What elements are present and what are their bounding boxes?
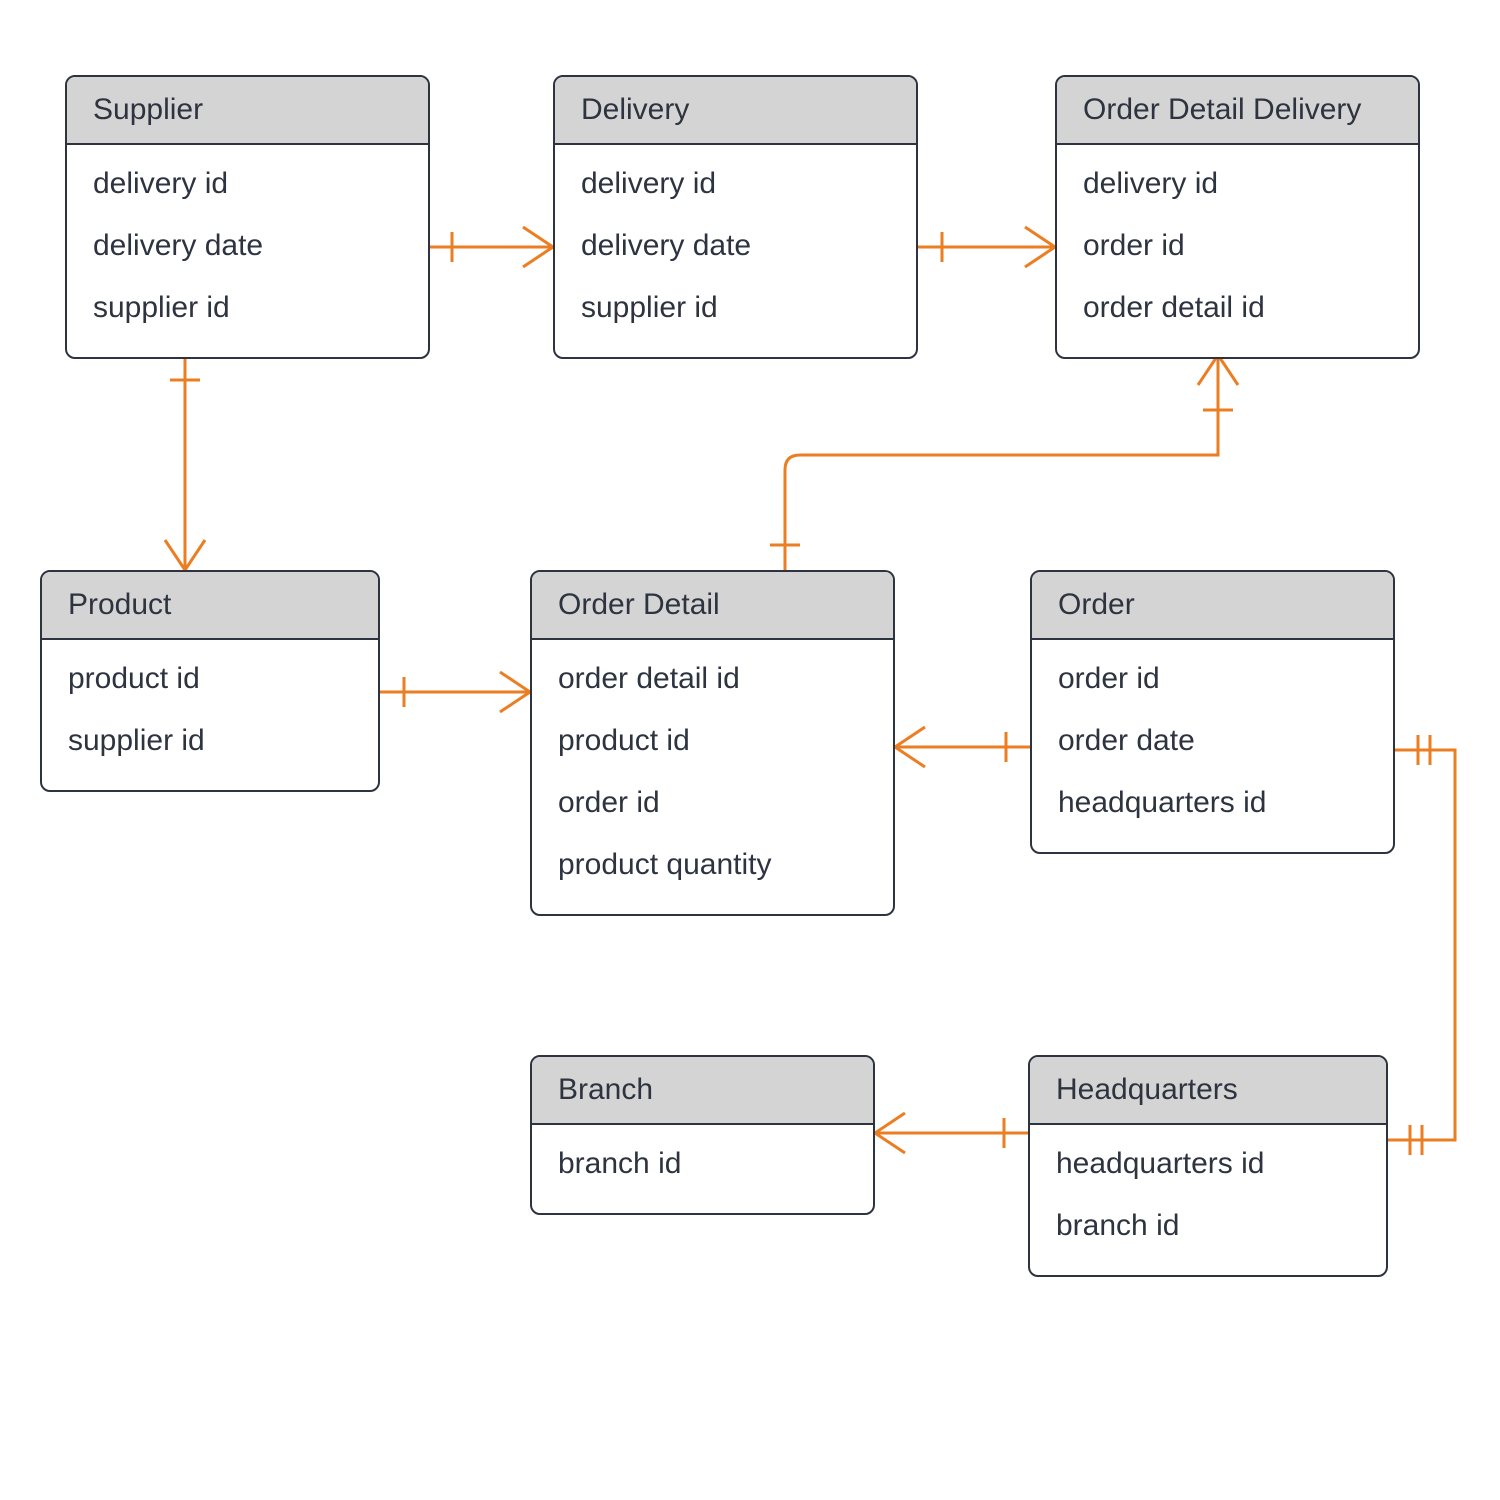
entity-attributes: order detail id product id order id prod…: [532, 640, 893, 914]
rel-order-headquarters: [1388, 735, 1455, 1155]
entity-supplier[interactable]: Supplier delivery id delivery date suppl…: [65, 75, 430, 359]
entity-title: Headquarters: [1030, 1057, 1386, 1125]
rel-supplier-product: [165, 355, 205, 570]
entity-order[interactable]: Order order id order date headquarters i…: [1030, 570, 1395, 854]
attr: delivery date: [93, 215, 428, 277]
rel-delivery-orderdetaildelivery: [918, 227, 1055, 267]
rel-branch-headquarters: [875, 1113, 1028, 1153]
entity-product[interactable]: Product product id supplier id: [40, 570, 380, 792]
entity-title: Order Detail: [532, 572, 893, 640]
attr: branch id: [558, 1133, 873, 1195]
attr: order id: [1058, 648, 1393, 710]
entity-attributes: headquarters id branch id: [1030, 1125, 1386, 1275]
rel-orderdetail-order: [895, 727, 1030, 767]
entity-attributes: delivery id delivery date supplier id: [555, 145, 916, 357]
entity-delivery[interactable]: Delivery delivery id delivery date suppl…: [553, 75, 918, 359]
entity-title: Order Detail Delivery: [1057, 77, 1418, 145]
attr: supplier id: [581, 277, 916, 339]
attr: branch id: [1056, 1195, 1386, 1257]
attr: product id: [68, 648, 378, 710]
entity-attributes: delivery id order id order detail id: [1057, 145, 1418, 357]
entity-title: Product: [42, 572, 378, 640]
attr: supplier id: [68, 710, 378, 772]
rel-product-orderdetail: [380, 672, 530, 712]
attr: delivery id: [1083, 153, 1418, 215]
entity-title: Supplier: [67, 77, 428, 145]
attr: order detail id: [558, 648, 893, 710]
attr: order date: [1058, 710, 1393, 772]
attr: order id: [1083, 215, 1418, 277]
attr: product quantity: [558, 834, 893, 896]
attr: supplier id: [93, 277, 428, 339]
attr: delivery id: [93, 153, 428, 215]
entity-title: Branch: [532, 1057, 873, 1125]
er-diagram: Supplier delivery id delivery date suppl…: [0, 0, 1500, 1500]
entity-order-detail-delivery[interactable]: Order Detail Delivery delivery id order …: [1055, 75, 1420, 359]
rel-orderdetail-orderdetaildelivery: [770, 355, 1238, 570]
entity-attributes: product id supplier id: [42, 640, 378, 790]
attr: headquarters id: [1058, 772, 1393, 834]
attr: product id: [558, 710, 893, 772]
entity-title: Order: [1032, 572, 1393, 640]
attr: order id: [558, 772, 893, 834]
entity-order-detail[interactable]: Order Detail order detail id product id …: [530, 570, 895, 916]
entity-branch[interactable]: Branch branch id: [530, 1055, 875, 1215]
entity-title: Delivery: [555, 77, 916, 145]
attr: headquarters id: [1056, 1133, 1386, 1195]
entity-attributes: delivery id delivery date supplier id: [67, 145, 428, 357]
attr: delivery date: [581, 215, 916, 277]
rel-supplier-delivery: [430, 227, 553, 267]
entity-attributes: order id order date headquarters id: [1032, 640, 1393, 852]
attr: order detail id: [1083, 277, 1418, 339]
attr: delivery id: [581, 153, 916, 215]
entity-headquarters[interactable]: Headquarters headquarters id branch id: [1028, 1055, 1388, 1277]
entity-attributes: branch id: [532, 1125, 873, 1213]
